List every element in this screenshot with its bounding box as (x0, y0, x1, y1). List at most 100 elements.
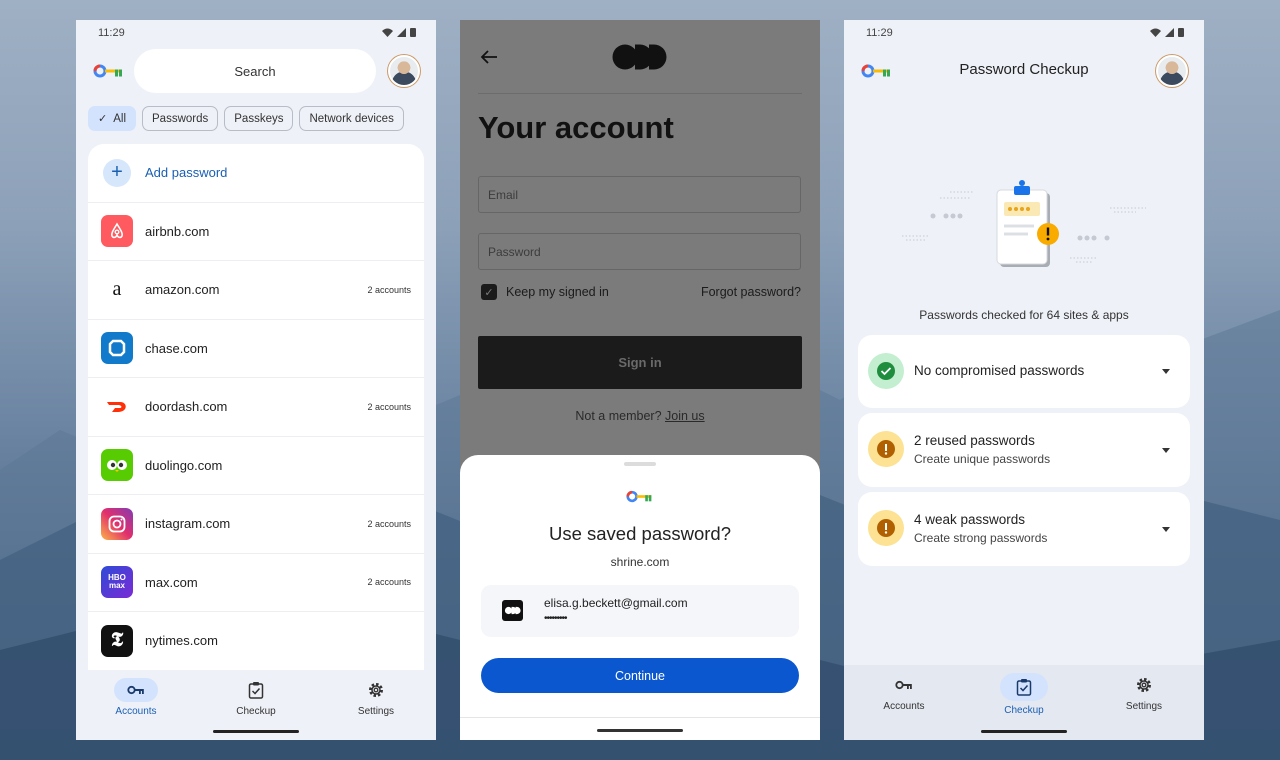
home-indicator (597, 729, 683, 732)
site-name: instagram.com (145, 516, 231, 532)
signin-screen: Your account Email Password ✓ Keep my si… (460, 20, 820, 740)
list-item[interactable]: airbnb.com (88, 203, 424, 261)
nav-label: Checkup (1004, 705, 1044, 716)
bottom-navigation: Accounts Checkup Settings (844, 665, 1204, 740)
sheet-site: shrine.com (610, 555, 670, 569)
email-placeholder: Email (488, 187, 519, 202)
nav-label: Settings (1125, 701, 1163, 712)
chip-passwords[interactable]: Passwords (142, 106, 219, 131)
credential-password-mask: ••••••••• (544, 613, 567, 624)
accounts-count: 2 accounts (367, 577, 411, 588)
list-item[interactable]: 𝕿 nytimes.com (88, 612, 424, 670)
battery-icon (410, 28, 416, 37)
checked-summary: Passwords checked for 64 sites & apps (919, 308, 1129, 322)
site-name: chase.com (145, 340, 208, 356)
nav-settings[interactable]: Settings (336, 678, 416, 717)
nytimes-icon: 𝕿 (101, 624, 133, 657)
password-manager-logo-icon (626, 490, 652, 503)
password-placeholder: Password (488, 244, 541, 259)
bottom-navigation: Accounts Checkup Settings (76, 670, 436, 740)
chip-label: All (113, 112, 126, 125)
sheet-divider (460, 717, 820, 718)
site-name: max.com (145, 574, 198, 590)
site-name: airbnb.com (145, 223, 210, 239)
site-name: doordash.com (145, 399, 228, 415)
chevron-down-icon (1162, 527, 1170, 532)
doordash-icon (101, 390, 133, 423)
sheet-title: Use saved password? (548, 523, 731, 544)
continue-button[interactable]: Continue (481, 658, 799, 693)
accounts-count: 2 accounts (367, 518, 411, 529)
site-name: nytimes.com (145, 633, 218, 649)
nav-label: Accounts (883, 701, 925, 712)
odd-logo-icon (612, 44, 667, 70)
accounts-count: 2 accounts (367, 401, 411, 412)
weak-card[interactable]: 4 weak passwords Create strong passwords (858, 492, 1190, 566)
password-list: + Add password airbnb.com a amazon.com 2… (88, 144, 424, 670)
battery-icon (1178, 28, 1184, 37)
odd-app-icon (502, 600, 523, 621)
search-placeholder: Search (234, 63, 276, 79)
join-us-link[interactable]: Join us (665, 409, 705, 423)
nav-checkup[interactable]: Checkup (216, 678, 296, 717)
gear-icon (1122, 673, 1166, 697)
check-icon: ✓ (98, 113, 108, 125)
back-arrow-icon[interactable] (480, 49, 498, 65)
page-title: Password Checkup (959, 61, 1089, 78)
list-item[interactable]: a amazon.com 2 accounts (88, 261, 424, 320)
checkup-illustration (902, 180, 1146, 267)
card-title: 2 reused passwords (914, 433, 1035, 448)
accounts-count: 2 accounts (367, 284, 411, 295)
home-indicator (213, 730, 299, 733)
list-item[interactable]: duolingo.com (88, 437, 424, 495)
avatar[interactable] (1156, 55, 1188, 87)
card-subtitle: Create strong passwords (914, 531, 1048, 545)
key-icon (882, 673, 926, 697)
nav-accounts[interactable]: Accounts (96, 678, 176, 717)
nav-checkup[interactable]: Checkup (984, 673, 1064, 716)
search-input[interactable]: Search (134, 49, 376, 93)
add-password-button[interactable]: + Add password (88, 144, 424, 203)
site-name: amazon.com (145, 282, 220, 298)
nav-label: Accounts (115, 706, 157, 717)
amazon-icon: a (101, 273, 133, 306)
list-item[interactable]: chase.com (88, 320, 424, 378)
check-circle-icon (868, 353, 904, 389)
site-name: duolingo.com (145, 457, 223, 473)
duolingo-icon (101, 449, 133, 482)
autofill-bottom-sheet: Use saved password? shrine.com elisa.g.b… (460, 455, 820, 740)
saved-credential[interactable]: elisa.g.beckett@gmail.com ••••••••• (481, 585, 799, 637)
chip-network-devices[interactable]: Network devices (299, 106, 404, 131)
clipboard-check-icon (234, 678, 278, 702)
not-member-text: Not a member? (575, 409, 662, 423)
chip-label: Passkeys (234, 112, 284, 125)
clipboard-check-icon (1000, 673, 1048, 701)
keep-signed-in-checkbox[interactable]: ✓ (481, 284, 497, 300)
email-field[interactable]: Email (478, 176, 801, 213)
list-item[interactable]: instagram.com 2 accounts (88, 495, 424, 554)
avatar[interactable] (388, 55, 420, 87)
nav-accounts[interactable]: Accounts (864, 673, 944, 712)
member-prompt: Not a member? Join us (460, 409, 820, 423)
list-item[interactable]: HBO max max.com 2 accounts (88, 554, 424, 612)
chip-passkeys[interactable]: Passkeys (224, 106, 294, 131)
status-bar: 11:29 (76, 20, 436, 46)
nav-settings[interactable]: Settings (1104, 673, 1184, 712)
page-title: Your account (478, 110, 674, 145)
password-manager-logo-icon (93, 64, 122, 78)
gear-icon (354, 678, 398, 702)
add-password-label: Add password (145, 165, 228, 181)
nav-label: Checkup (236, 706, 276, 717)
wifi-icon (382, 28, 393, 37)
drag-handle[interactable] (624, 462, 656, 466)
chip-all[interactable]: ✓ All (88, 106, 136, 131)
chevron-down-icon (1162, 369, 1170, 374)
warning-circle-icon (868, 431, 904, 467)
password-field[interactable]: Password (478, 233, 801, 270)
compromised-card[interactable]: No compromised passwords (858, 335, 1190, 408)
sign-in-button[interactable]: Sign in (478, 336, 802, 389)
list-item[interactable]: doordash.com 2 accounts (88, 378, 424, 437)
signal-icon (1165, 27, 1174, 37)
forgot-password-link[interactable]: Forgot password? (701, 285, 801, 299)
reused-card[interactable]: 2 reused passwords Create unique passwor… (858, 413, 1190, 487)
